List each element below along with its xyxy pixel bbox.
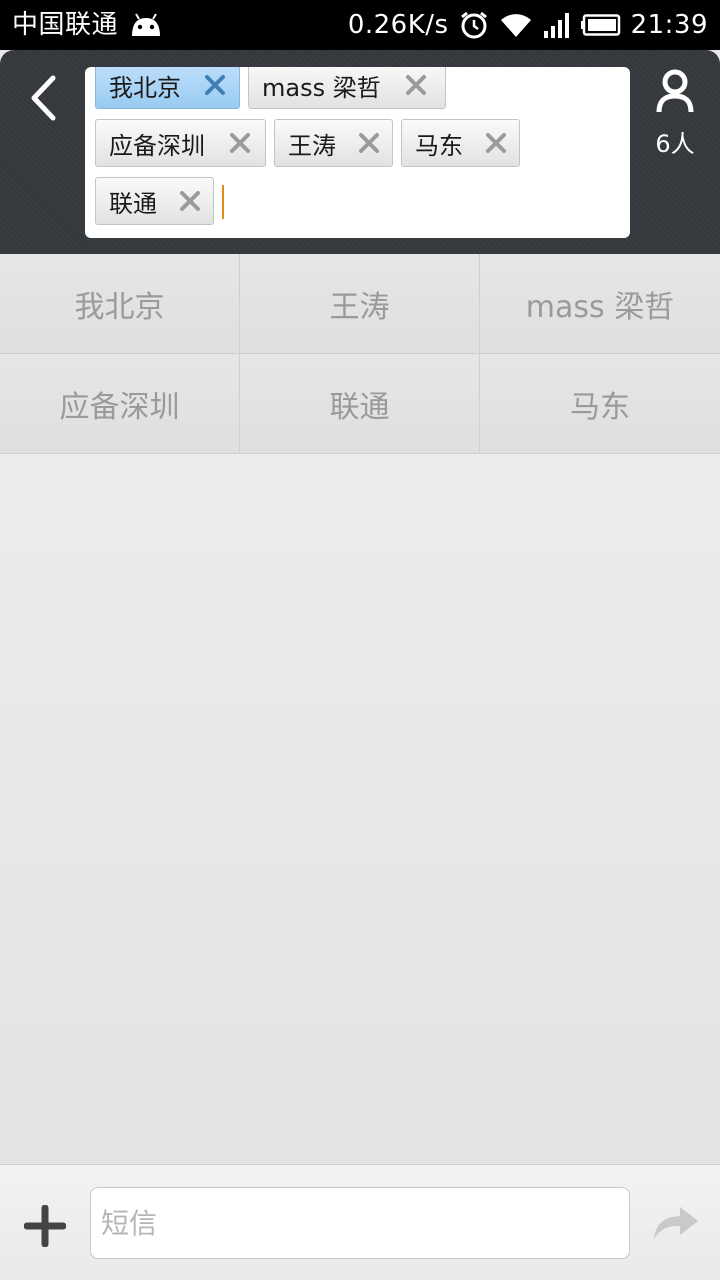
text-cursor xyxy=(222,185,224,219)
recipient-chip[interactable]: mass 梁哲 xyxy=(248,67,446,109)
composer-bar xyxy=(0,1164,720,1280)
recipient-chip-label: 我北京 xyxy=(109,73,181,102)
suggestion-grid: 我北京 王涛 mass 梁哲 应备深圳 联通 马东 xyxy=(0,254,720,454)
recipient-chip-label: 马东 xyxy=(415,131,463,160)
remove-recipient-icon[interactable] xyxy=(403,72,429,98)
android-icon xyxy=(128,12,164,38)
suggestion-item[interactable]: 马东 xyxy=(480,354,720,454)
recipient-chip-label: 应备深圳 xyxy=(109,131,205,160)
contacts-button[interactable]: 6人 xyxy=(640,68,710,178)
recipient-chip[interactable]: 应备深圳 xyxy=(95,119,266,167)
remove-recipient-icon[interactable] xyxy=(227,130,253,156)
status-bar: 中国联通 0.26K/s 21:39 xyxy=(0,0,720,50)
attach-button[interactable] xyxy=(22,1203,68,1249)
compose-message-screen: 中国联通 0.26K/s 21:39 我北京 mass 梁哲 应备深圳 王涛 马… xyxy=(0,0,720,1280)
battery-icon xyxy=(580,14,621,36)
recipient-chip[interactable]: 我北京 xyxy=(95,67,240,109)
alarm-icon xyxy=(459,10,489,40)
signal-icon xyxy=(543,11,571,39)
recipient-field[interactable]: 我北京 mass 梁哲 应备深圳 王涛 马东 联通 xyxy=(85,67,630,238)
recipient-count: 6人 xyxy=(655,130,695,158)
wifi-icon xyxy=(499,11,533,39)
recipient-chip[interactable]: 马东 xyxy=(401,119,520,167)
remove-recipient-icon[interactable] xyxy=(485,130,507,156)
clock: 21:39 xyxy=(630,10,708,40)
send-button[interactable] xyxy=(650,1201,702,1245)
plus-icon xyxy=(24,1205,66,1247)
compose-header: 我北京 mass 梁哲 应备深圳 王涛 马东 联通 6人 xyxy=(0,50,720,254)
suggestion-item[interactable]: 王涛 xyxy=(240,254,480,354)
chevron-left-icon xyxy=(31,75,56,121)
carrier-name: 中国联通 xyxy=(12,10,119,40)
remove-recipient-icon[interactable] xyxy=(179,188,201,214)
suggestion-item[interactable]: mass 梁哲 xyxy=(480,254,720,354)
back-button[interactable] xyxy=(18,68,68,128)
suggestion-item[interactable]: 我北京 xyxy=(0,254,240,354)
suggestion-item[interactable]: 应备深圳 xyxy=(0,354,240,454)
recipient-chip-label: 王涛 xyxy=(288,131,336,160)
suggestion-item[interactable]: 联通 xyxy=(240,354,480,454)
recipient-chip[interactable]: 王涛 xyxy=(274,119,393,167)
recipient-chip-label: 联通 xyxy=(109,189,157,218)
remove-recipient-icon[interactable] xyxy=(358,130,380,156)
recipient-chip[interactable]: 联通 xyxy=(95,177,214,225)
conversation-area xyxy=(0,454,720,1164)
remove-recipient-icon[interactable] xyxy=(203,72,227,98)
network-speed: 0.26K/s xyxy=(347,10,449,40)
recipient-chip-label: mass 梁哲 xyxy=(262,73,381,102)
send-arrow-icon xyxy=(654,1207,698,1239)
message-input[interactable] xyxy=(90,1187,630,1259)
person-icon xyxy=(656,69,694,113)
